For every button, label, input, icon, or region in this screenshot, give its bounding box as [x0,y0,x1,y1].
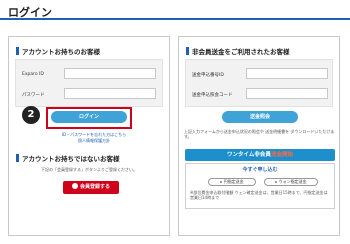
password-input[interactable] [64,88,156,99]
privacy-policy-link[interactable]: 個人情報保護方針 [49,138,139,143]
heading-bar-icon [16,154,19,162]
register-hint: 下記の「会員登録する」ボタンよりご登録ください。 [41,167,137,172]
heading-bar-icon [16,47,19,55]
title-divider [0,18,350,20]
login-form-box: Exparo ID パスワード [15,59,163,107]
heading-bar-icon [186,47,189,55]
inquiry-note: 上記入力フォームから送金申込状況の照会や 送金明細書を ダウンロードいただけます… [184,129,335,139]
onetime-footnote: ※部位費金申込取付階額 ウェン確定送金は、営業日15時まで、円指定送金は営業日1… [190,190,328,200]
exparo-id-label: Exparo ID [22,72,44,77]
inquiry-code-label: 送金申込照会コード [192,93,233,98]
remittance-id-label: 送金申込番号ID [192,73,224,78]
exparo-id-input[interactable] [64,68,156,79]
password-label: パスワード [22,93,45,98]
won-remittance-button[interactable]: ▸ ウォン指定送金 [264,178,318,186]
onetime-banner: ワンタイム非会員送金開始 [185,149,335,161]
non-member-heading: 非会員送金をご利用されたお客様 [186,46,290,56]
step-number-badge: 2 [22,106,40,124]
yen-remittance-button[interactable]: ▸ 円指定送金 [208,178,256,186]
apply-now-label: 今すぐ申し込む [242,167,278,173]
remittance-inquiry-button[interactable]: 送金照会 [222,111,298,123]
inquiry-form-box: 送金申込番号ID 送金申込照会コード [185,59,333,107]
member-login-heading: アカウントお持ちのお客様 [16,46,100,56]
onetime-box: 今すぐ申し込む ▸ 円指定送金 ▸ ウォン指定送金 ※部位費金申込取付階額 ウェ… [185,163,335,209]
no-account-heading: アカウントお持ちではないお客様 [16,153,120,163]
forgot-password-link[interactable]: ID・パスワードを忘れた方はこちら [49,132,139,137]
user-icon [71,182,78,189]
member-login-panel: アカウントお持ちのお客様 Exparo ID パスワード ログイン 2 ID・パ… [8,36,170,236]
login-button[interactable]: ログイン [51,111,127,123]
inquiry-code-input[interactable] [246,88,328,99]
non-member-panel: 非会員送金をご利用されたお客様 送金申込番号ID 送金申込照会コード 送金照会 … [178,36,340,236]
remittance-id-input[interactable] [246,68,328,79]
register-button[interactable]: 会員登録する [63,181,119,194]
